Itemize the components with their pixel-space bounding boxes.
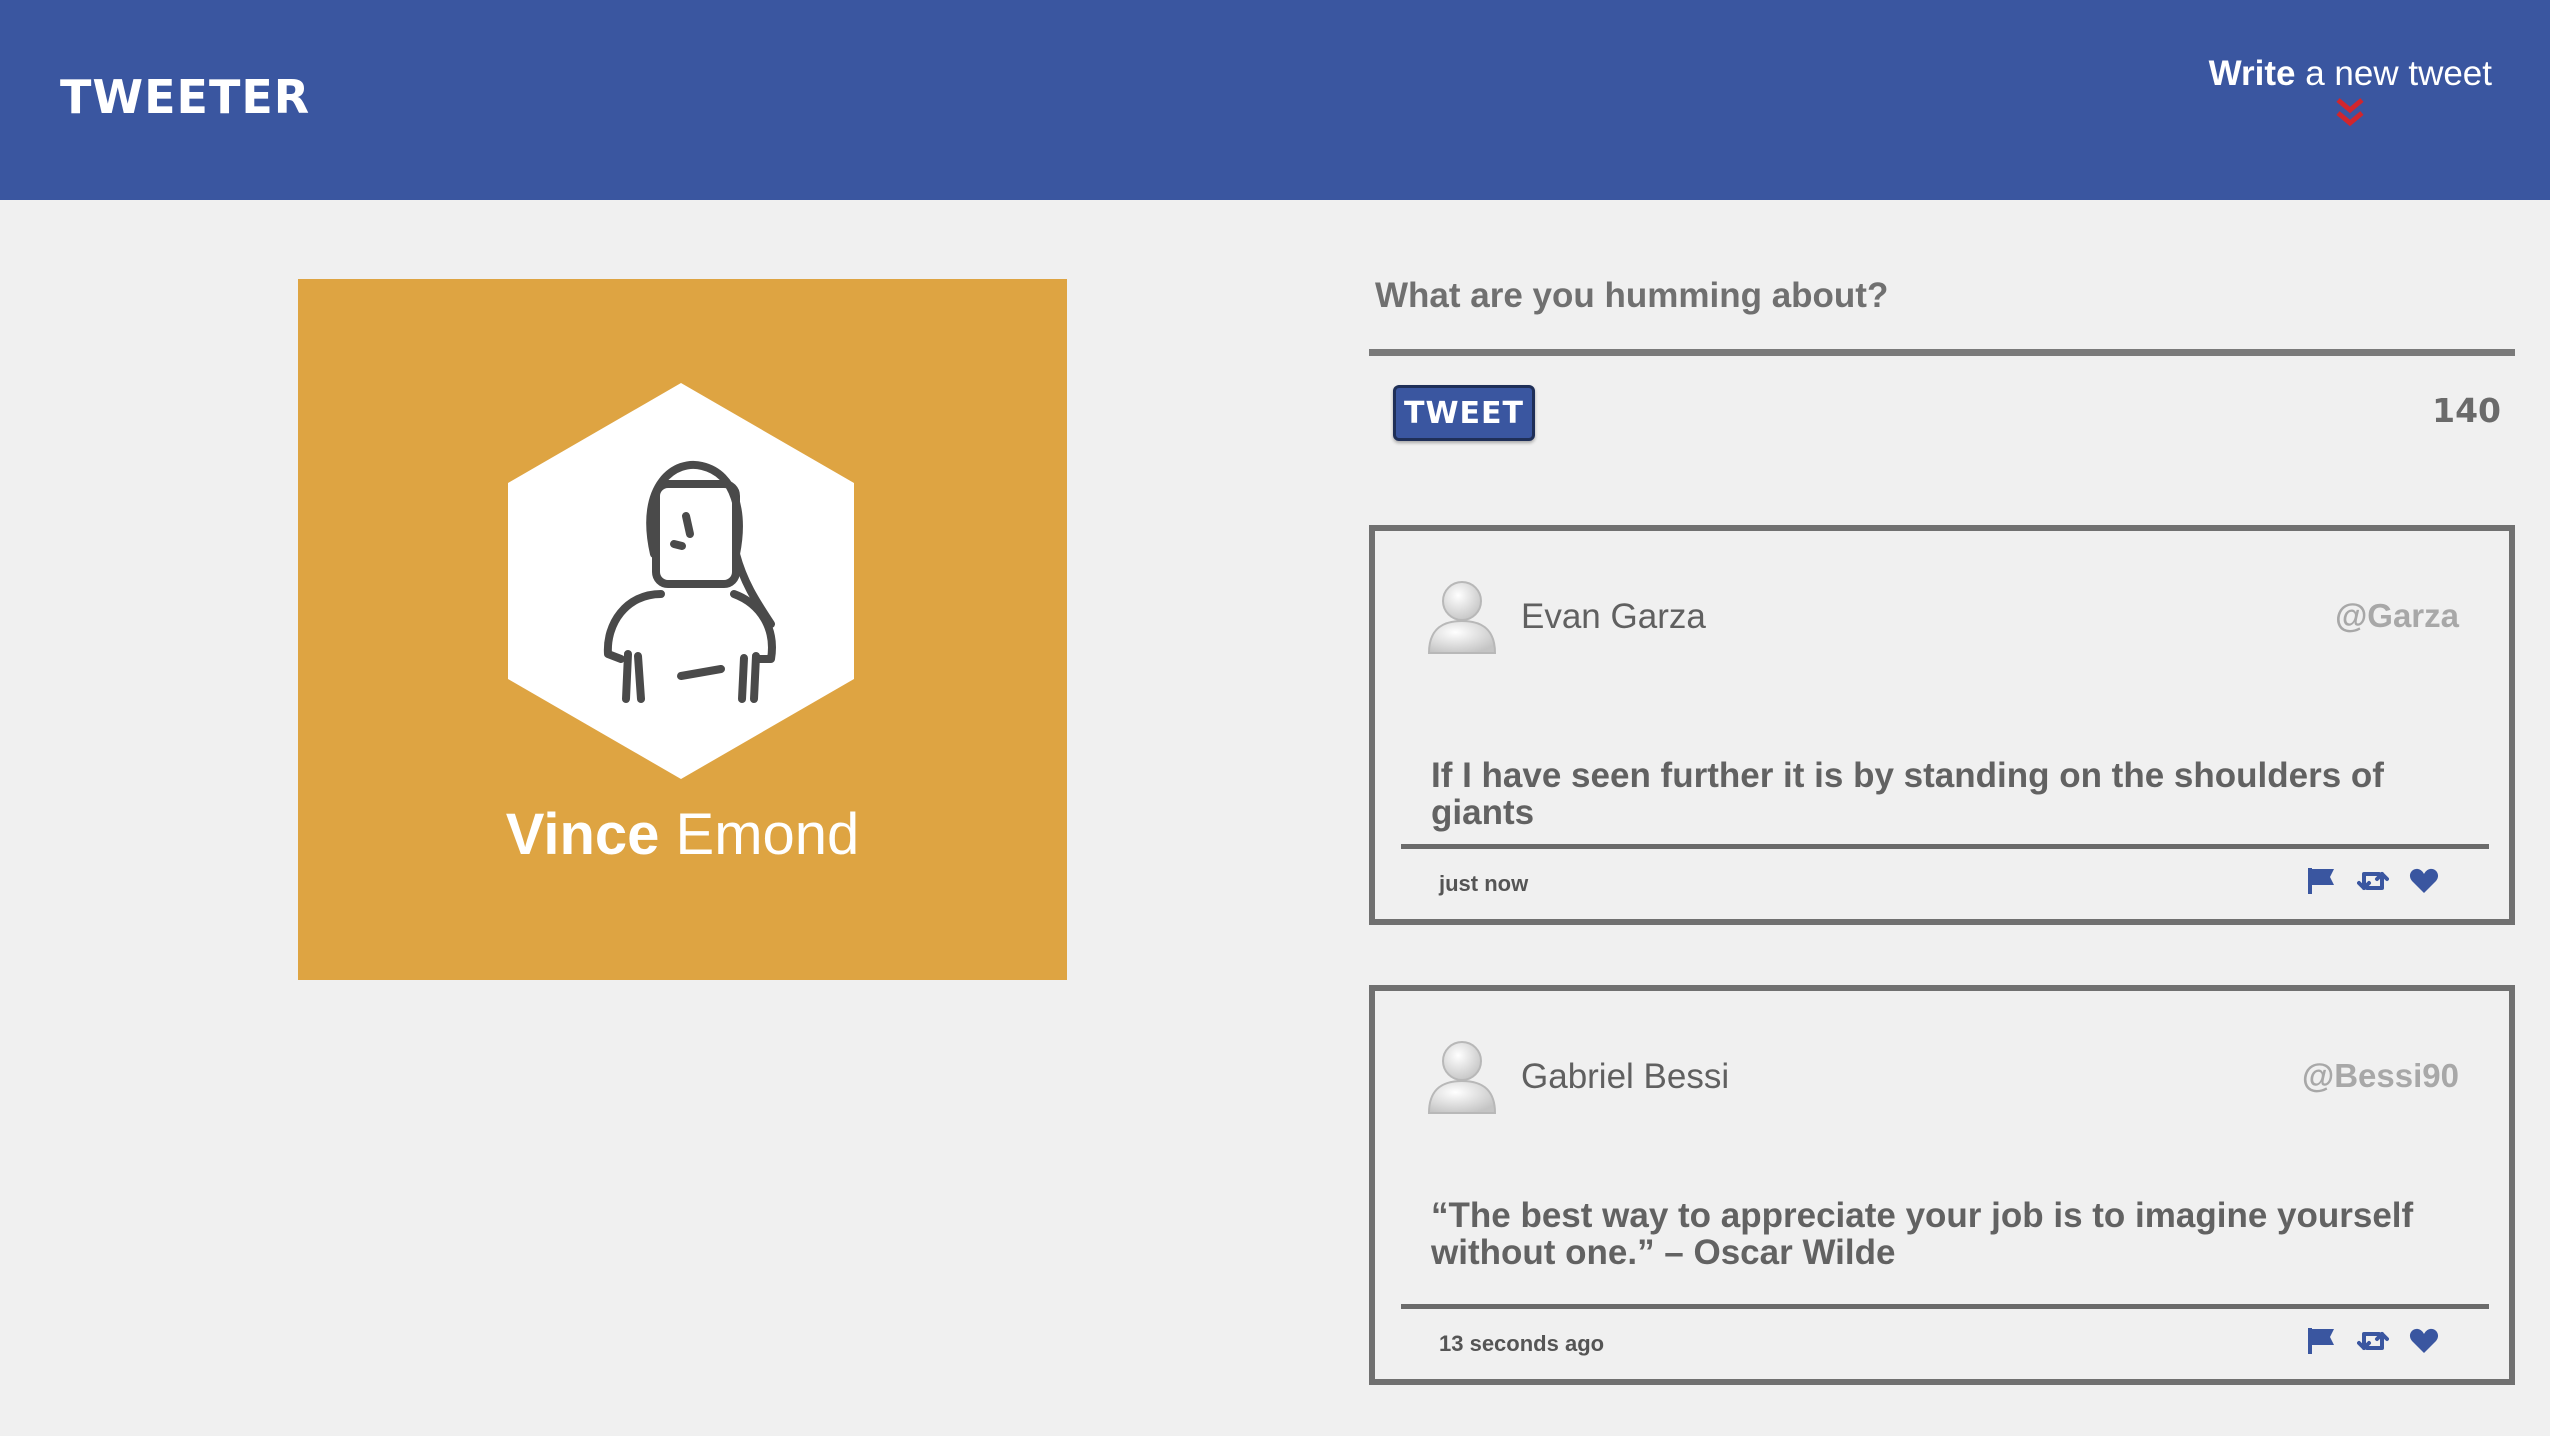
tweet-actions bbox=[2290, 1327, 2439, 1360]
tweet-timestamp: just now bbox=[1439, 871, 1529, 896]
flag-icon[interactable] bbox=[2306, 1327, 2336, 1360]
tweet-divider bbox=[1401, 1304, 2489, 1309]
user-portrait-icon bbox=[603, 460, 776, 703]
top-navbar: TWEETER Write a new tweet bbox=[0, 0, 2550, 200]
retweet-icon[interactable] bbox=[2356, 1328, 2389, 1359]
heart-icon[interactable] bbox=[2409, 1328, 2439, 1359]
brand-logo[interactable]: TWEETER bbox=[60, 70, 310, 124]
write-new-tweet-label: Write a new tweet bbox=[2208, 54, 2492, 93]
tweet-timestamp: 13 seconds ago bbox=[1439, 1331, 1605, 1356]
tweet-author-name[interactable]: Evan Garza bbox=[1521, 597, 1706, 637]
profile-name: Vince Emond bbox=[505, 802, 860, 867]
chevron-double-down-icon[interactable] bbox=[2334, 98, 2366, 128]
tweet-author-handle[interactable]: @Garza bbox=[2335, 597, 2459, 635]
heart-icon[interactable] bbox=[2409, 868, 2439, 899]
user-avatar-icon bbox=[1427, 581, 1497, 654]
tweet-author-handle[interactable]: @Bessi90 bbox=[2302, 1057, 2459, 1095]
profile-card: Vince Emond bbox=[298, 279, 1067, 980]
compose-divider bbox=[1369, 349, 2515, 356]
tweet-divider bbox=[1401, 844, 2489, 849]
user-avatar-icon bbox=[1427, 1041, 1497, 1114]
tweet-actions bbox=[2290, 867, 2439, 900]
tweet-submit-button[interactable]: TWEET bbox=[1393, 385, 1535, 441]
tweet-text-input[interactable] bbox=[1373, 265, 2477, 327]
tweet-author-name[interactable]: Gabriel Bessi bbox=[1521, 1057, 1729, 1097]
flag-icon[interactable] bbox=[2306, 867, 2336, 900]
character-counter: 140 bbox=[2432, 391, 2501, 430]
write-new-tweet-toggle[interactable]: Write a new tweet bbox=[2209, 54, 2492, 128]
tweet-card: Gabriel Bessi @Bessi90 “The best way to … bbox=[1369, 985, 2515, 1385]
tweet-card: Evan Garza @Garza If I have seen further… bbox=[1369, 525, 2515, 925]
tweet-body: If I have seen further it is by standing… bbox=[1431, 756, 2384, 832]
retweet-icon[interactable] bbox=[2356, 868, 2389, 899]
tweet-body: “The best way to appreciate your job is … bbox=[1431, 1196, 2414, 1272]
